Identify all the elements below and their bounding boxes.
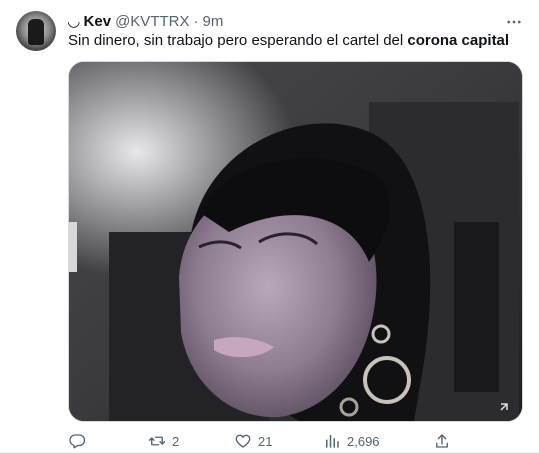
like-button[interactable]: 21 (234, 430, 272, 452)
tweet-media-video[interactable] (68, 61, 523, 422)
tweet-card[interactable]: ◡ Kev @KVTTRX · 9m Sin dinero, sin traba… (0, 0, 539, 453)
media-image (69, 62, 522, 421)
timestamp[interactable]: 9m (202, 12, 223, 32)
retweet-button[interactable]: 2 (148, 430, 179, 452)
tweet-text: Sin dinero, sin trabajo pero esperando e… (68, 31, 509, 51)
reply-button[interactable] (68, 430, 92, 452)
author-name[interactable]: Kev (84, 12, 112, 32)
tweet-actions: 2 21 2,696 (68, 430, 458, 452)
views-button[interactable]: 2,696 (323, 430, 380, 452)
views-chart-icon (326, 435, 339, 448)
tweet-header: ◡ Kev @KVTTRX · 9m (68, 12, 223, 32)
retweet-icon (148, 436, 166, 446)
retweet-count: 2 (172, 433, 180, 449)
share-button[interactable] (433, 430, 451, 452)
share-icon (436, 434, 448, 448)
avatar-figure (28, 19, 44, 45)
tweet-text-plain: Sin dinero, sin trabajo pero esperando e… (68, 32, 408, 49)
avatar[interactable] (16, 11, 56, 51)
author-handle[interactable]: @KVTTRX (115, 12, 189, 32)
reply-icon (69, 434, 86, 449)
more-icon-svg (507, 20, 521, 24)
separator-dot: · (193, 13, 199, 30)
views-count: 2,696 (347, 433, 380, 449)
tweet-text-bold[interactable]: corona capital (407, 32, 509, 49)
heart-icon (235, 434, 251, 448)
like-count: 21 (258, 433, 273, 449)
name-glyph: ◡ (68, 13, 80, 30)
